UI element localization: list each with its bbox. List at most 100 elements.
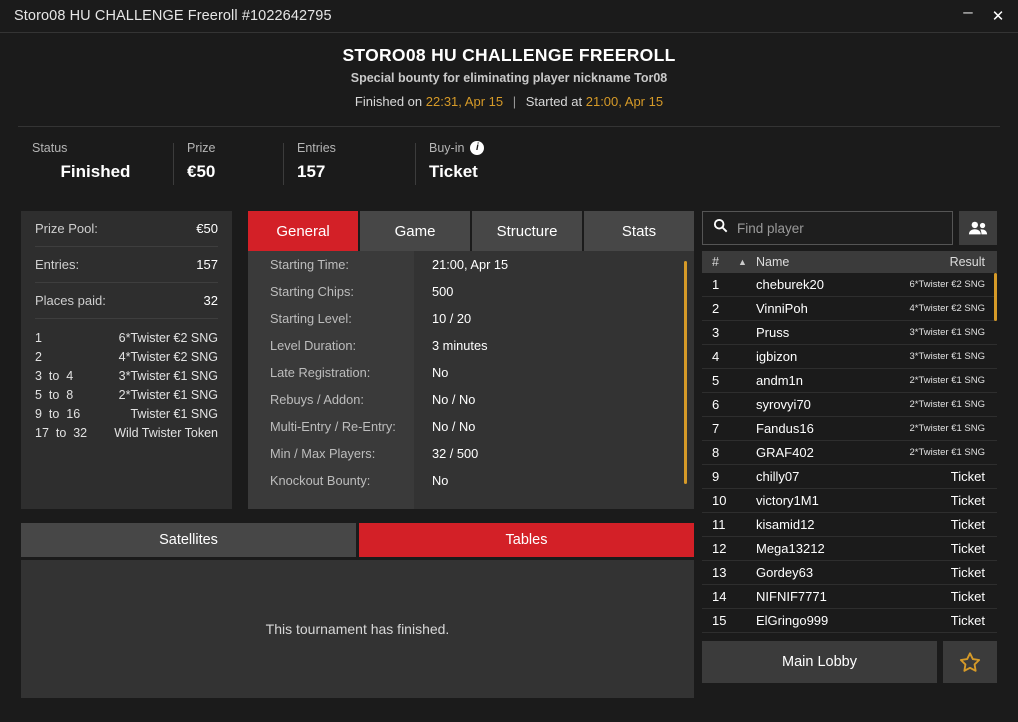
search-input-wrapper[interactable] — [702, 211, 953, 245]
prize-pool-label: Prize Pool: — [35, 221, 98, 236]
lower-tab-tables[interactable]: Tables — [359, 523, 694, 557]
player-name: Fandus16 — [756, 421, 814, 436]
column-header-result[interactable]: Result — [950, 255, 985, 269]
stat-entries: Entries 157 — [283, 141, 415, 185]
player-result: Ticket — [950, 589, 985, 604]
table-row[interactable]: 1 cheburek20 6*Twister €2 SNG — [702, 273, 997, 297]
payout-prize: Twister €1 SNG — [130, 406, 218, 421]
table-row[interactable]: 13 Gordey63 Ticket — [702, 561, 997, 585]
places-paid-label: Places paid: — [35, 293, 106, 308]
player-result: 3*Twister €1 SNG — [909, 327, 986, 338]
player-name: cheburek20 — [756, 277, 824, 292]
payout-row: 9 to 16 Twister €1 SNG — [35, 404, 218, 423]
player-name: andm1n — [756, 373, 803, 388]
lower-tab-satellites[interactable]: Satellites — [21, 523, 356, 557]
started-label: Started at — [525, 94, 583, 109]
table-row[interactable]: 10 victory1M1 Ticket — [702, 489, 997, 513]
player-name: Pruss — [756, 325, 790, 340]
stat-prize: Prize €50 — [173, 141, 283, 185]
stat-buyin: Buy-in i Ticket — [415, 140, 545, 185]
tournament-times: Finished on 22:31, Apr 15 | Started at 2… — [0, 94, 1018, 109]
table-row[interactable]: 14 NIFNIF7771 Ticket — [702, 585, 997, 609]
tab-game[interactable]: Game — [360, 211, 470, 251]
player-name: ElGringo999 — [756, 613, 829, 628]
tab-structure[interactable]: Structure — [472, 211, 582, 251]
player-rank: 9 — [712, 469, 720, 484]
general-label: Starting Time: — [270, 257, 349, 272]
table-row[interactable]: 8 GRAF402 2*Twister €1 SNG — [702, 441, 997, 465]
table-row[interactable]: 3 Pruss 3*Twister €1 SNG — [702, 321, 997, 345]
entries-row: Entries: 157 — [35, 247, 218, 283]
general-value: 21:00, Apr 15 — [432, 257, 509, 272]
window-controls: – ✕ — [954, 2, 1012, 30]
tab-stats[interactable]: Stats — [584, 211, 694, 251]
player-rank: 2 — [712, 301, 720, 316]
finished-label: Finished on — [354, 94, 423, 109]
places-paid-row: Places paid: 32 — [35, 283, 218, 319]
table-row[interactable]: 2 VinniPoh 4*Twister €2 SNG — [702, 297, 997, 321]
general-value: No / No — [432, 419, 476, 434]
player-name: Mega13212 — [756, 541, 825, 556]
payout-rank: 5 to 8 — [35, 387, 74, 402]
general-value: 32 / 500 — [432, 446, 479, 461]
people-icon[interactable] — [959, 211, 997, 245]
payout-row: 1 6*Twister €2 SNG — [35, 328, 218, 347]
table-row[interactable]: 6 syrovyi70 2*Twister €1 SNG — [702, 393, 997, 417]
player-result: 2*Twister €1 SNG — [909, 399, 986, 410]
player-result: 3*Twister €1 SNG — [909, 351, 986, 362]
tournament-finished-message: This tournament has finished. — [265, 621, 450, 637]
player-rank: 11 — [712, 517, 726, 532]
table-row[interactable]: 7 Fandus16 2*Twister €1 SNG — [702, 417, 997, 441]
player-rank: 12 — [712, 541, 727, 556]
tournament-header: STORO08 HU CHALLENGE FREEROLL Special bo… — [0, 33, 1018, 117]
player-rank: 7 — [712, 421, 720, 436]
table-row[interactable]: 12 Mega13212 Ticket — [702, 537, 997, 561]
player-name: kisamid12 — [756, 517, 815, 532]
star-icon[interactable] — [943, 641, 997, 683]
tab-general[interactable]: General — [248, 211, 358, 251]
general-label: Min / Max Players: — [270, 446, 376, 461]
payout-row: 17 to 32 Wild Twister Token — [35, 423, 218, 442]
info-tabs-panel: General Game Structure Stats Starting Time:… — [248, 211, 694, 509]
player-name: VinniPoh — [756, 301, 808, 316]
player-result: 4*Twister €2 SNG — [909, 303, 986, 314]
player-list-scrollbar[interactable] — [994, 273, 997, 321]
player-result: Ticket — [950, 613, 985, 628]
players-panel: # ▲ Name Result 1 cheburek20 6*Twister €2 … — [702, 211, 997, 683]
sort-ascending-icon[interactable]: ▲ — [738, 257, 756, 267]
stat-buyin-value: Ticket — [429, 161, 478, 181]
table-row[interactable]: 5 andm1n 2*Twister €1 SNG — [702, 369, 997, 393]
main-lobby-button[interactable]: Main Lobby — [702, 641, 937, 683]
player-rank: 3 — [712, 325, 720, 340]
general-label: Late Registration: — [270, 365, 371, 380]
table-row[interactable]: 9 chilly07 Ticket — [702, 465, 997, 489]
player-name: victory1M1 — [756, 493, 819, 508]
column-header-name[interactable]: Name — [756, 255, 950, 269]
general-label: Knockout Bounty: — [270, 473, 371, 488]
info-icon[interactable]: i — [470, 140, 485, 155]
search-input[interactable] — [737, 220, 942, 236]
player-rank: 5 — [712, 373, 720, 388]
minimize-icon[interactable]: – — [954, 0, 982, 26]
player-list-body: 1 cheburek20 6*Twister €2 SNG 2 VinniPoh 4*Tw… — [702, 273, 997, 633]
general-value: No / No — [432, 392, 476, 407]
player-rank: 6 — [712, 397, 720, 412]
general-label: Starting Level: — [270, 311, 352, 326]
entries-value: 157 — [196, 257, 218, 272]
close-icon[interactable]: ✕ — [984, 2, 1012, 30]
player-rank: 13 — [712, 565, 727, 580]
general-scrollbar[interactable] — [684, 261, 687, 484]
stat-prize-value: €50 — [187, 161, 216, 181]
general-tab-content: Starting Time: Starting Chips: Starting Le… — [248, 251, 694, 509]
player-name: GRAF402 — [756, 445, 814, 460]
general-value: No — [432, 473, 449, 488]
table-row[interactable]: 4 igbizon 3*Twister €1 SNG — [702, 345, 997, 369]
title-bar: Storo08 HU CHALLENGE Freeroll #102264279… — [0, 0, 1018, 33]
player-result: Ticket — [950, 541, 985, 556]
table-row[interactable]: 15 ElGringo999 Ticket — [702, 609, 997, 633]
window-title: Storo08 HU CHALLENGE Freeroll #102264279… — [14, 8, 332, 24]
table-row[interactable]: 11 kisamid12 Ticket — [702, 513, 997, 537]
prize-pool-row: Prize Pool: €50 — [35, 211, 218, 247]
column-header-num[interactable]: # — [712, 255, 738, 269]
player-name: igbizon — [756, 349, 798, 364]
